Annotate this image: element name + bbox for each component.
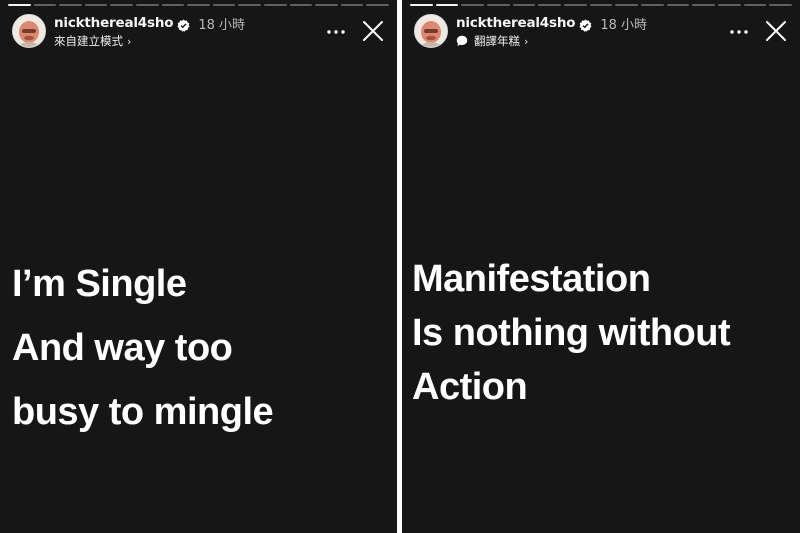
progress-segment: [743, 4, 767, 6]
story-header: nickthereal4sho 18 小時 翻譯年糕 ›: [412, 12, 790, 52]
more-options-button[interactable]: [724, 20, 754, 44]
story-text-line: I’m Single: [12, 263, 187, 305]
progress-segment: [692, 4, 716, 6]
story-text-line: busy to mingle: [12, 391, 274, 433]
progress-segment: [512, 4, 536, 6]
progress-segment: [769, 4, 793, 6]
story-text-line: Manifestation: [412, 258, 651, 300]
progress-segment: [187, 4, 210, 6]
progress-segment: [410, 4, 433, 6]
more-options-icon: [730, 30, 748, 34]
close-icon: [363, 21, 383, 41]
progress-segment: [161, 4, 185, 6]
progress-segment: [461, 4, 485, 6]
progress-segment: [59, 4, 82, 6]
story-text-line: Is nothing without: [412, 312, 731, 354]
story-panel-left[interactable]: nickthereal4sho 18 小時 來自建立模式 › I’m Singl…: [0, 0, 397, 533]
progress-segment: [487, 4, 510, 6]
progress-segment: [435, 4, 459, 6]
story-progress-bar: [410, 4, 793, 7]
progress-segment: [666, 4, 690, 6]
verified-badge-icon: [177, 17, 190, 32]
story-text: I’m Single And way too busy to mingle: [12, 252, 389, 444]
progress-segment: [289, 4, 313, 6]
post-timestamp: 18 小時: [198, 17, 245, 33]
story-text-line: And way too: [12, 327, 233, 369]
chevron-right-icon: ›: [127, 34, 132, 48]
story-subtitle[interactable]: 來自建立模式 ›: [54, 33, 131, 49]
story-text: Manifestation Is nothing without Action: [412, 252, 792, 414]
avatar-image: [415, 15, 447, 47]
close-button[interactable]: [762, 17, 790, 45]
more-options-icon: [327, 30, 345, 34]
progress-segment: [589, 4, 613, 6]
story-header: nickthereal4sho 18 小時 來自建立模式 ›: [10, 12, 387, 52]
progress-segment: [110, 4, 133, 6]
user-line: nickthereal4sho 18 小時: [54, 14, 245, 33]
avatar[interactable]: [12, 14, 46, 48]
progress-segment: [33, 4, 57, 6]
close-button[interactable]: [359, 17, 387, 45]
progress-segment: [538, 4, 562, 6]
progress-segment: [315, 4, 338, 6]
progress-segment: [564, 4, 587, 6]
progress-segment: [263, 4, 287, 6]
progress-segment: [718, 4, 741, 6]
story-panel-right[interactable]: nickthereal4sho 18 小時 翻譯年糕 › Manifestati…: [402, 0, 800, 533]
post-timestamp: 18 小時: [600, 17, 647, 33]
user-line: nickthereal4sho 18 小時: [456, 14, 647, 33]
chat-bubble-icon: [456, 35, 468, 47]
username[interactable]: nickthereal4sho: [456, 15, 576, 31]
progress-segment: [84, 4, 108, 6]
story-text-line: Action: [412, 366, 528, 408]
progress-segment: [366, 4, 389, 6]
verified-badge-icon: [579, 17, 592, 32]
progress-segment: [238, 4, 261, 6]
subtitle-label: 來自建立模式: [54, 34, 123, 48]
progress-segment: [8, 4, 31, 6]
progress-segment: [615, 4, 639, 6]
chevron-right-icon: ›: [524, 34, 529, 48]
story-subtitle[interactable]: 翻譯年糕 ›: [456, 33, 528, 49]
subtitle-label: 翻譯年糕: [474, 34, 520, 48]
story-progress-bar: [8, 4, 389, 7]
progress-segment: [135, 4, 159, 6]
progress-segment: [212, 4, 236, 6]
progress-segment: [641, 4, 664, 6]
avatar[interactable]: [414, 14, 448, 48]
username[interactable]: nickthereal4sho: [54, 15, 174, 31]
avatar-image: [13, 15, 45, 47]
close-icon: [766, 21, 786, 41]
progress-segment: [340, 4, 364, 6]
more-options-button[interactable]: [321, 20, 351, 44]
